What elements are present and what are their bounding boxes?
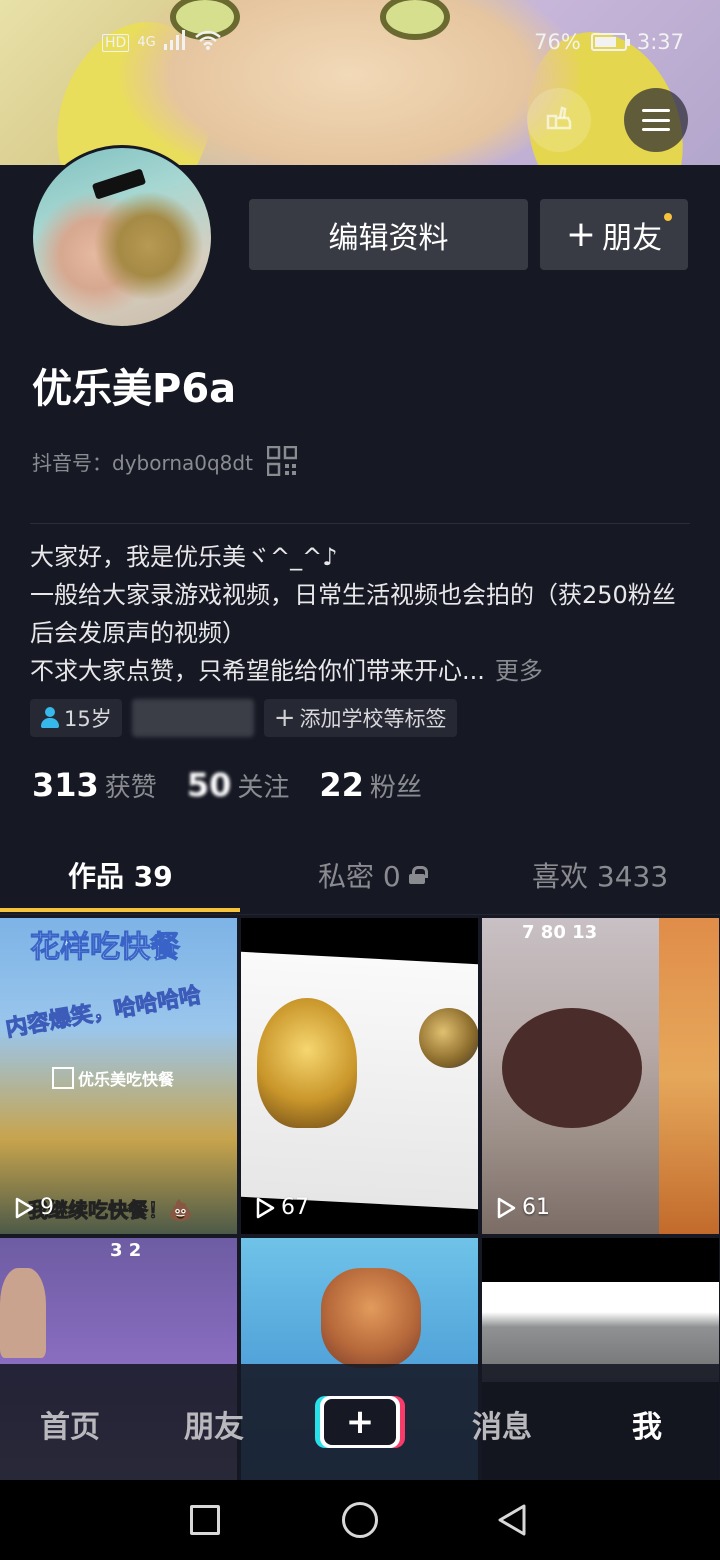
likes-stat[interactable]: 313 获赞 xyxy=(32,766,157,804)
notification-dot xyxy=(664,213,672,221)
qr-code-icon[interactable] xyxy=(266,445,298,477)
video-tile[interactable]: 7 80 13 61 xyxy=(482,918,719,1234)
battery-percent: 76% xyxy=(534,30,581,54)
bio-line: 不求大家点赞，只希望能给你们带来开心... xyxy=(30,657,485,685)
battery-icon xyxy=(590,33,630,51)
video-caption: 花样吃快餐 xyxy=(30,930,181,966)
avatar[interactable] xyxy=(30,145,214,329)
add-school-label: 添加学校等标签 xyxy=(299,707,447,731)
profile-tags: 15岁 + 添加学校等标签 xyxy=(30,699,457,737)
tab-works[interactable]: 作品 39 xyxy=(68,855,173,895)
tip-button[interactable] xyxy=(527,88,591,152)
following-count: 50 xyxy=(186,766,232,804)
profile-stats: 313 获赞 50 关注 22 粉丝 xyxy=(32,766,422,804)
video-art-skull xyxy=(257,998,357,1128)
hamburger-menu-icon xyxy=(642,109,670,131)
douyin-id-row: 抖音号：dyborna0q8dt xyxy=(32,445,298,477)
plus-icon: + xyxy=(273,703,296,733)
video-art-character xyxy=(502,1008,642,1128)
play-icon xyxy=(497,1197,516,1218)
following-stat[interactable]: 50 关注 xyxy=(187,766,290,804)
add-friend-button[interactable]: + 朋友 xyxy=(540,199,688,270)
nav-messages[interactable]: 消息 xyxy=(472,1402,532,1446)
signal-icon xyxy=(163,30,186,55)
nav-friends[interactable]: 朋友 xyxy=(184,1402,244,1446)
tab-likes[interactable]: 喜欢 3433 xyxy=(532,855,668,895)
bio-more-link[interactable]: 更多 xyxy=(495,657,543,685)
person-icon xyxy=(40,707,60,729)
likes-count: 313 xyxy=(32,766,99,804)
play-count-value: 67 xyxy=(281,1195,309,1220)
status-right: 76% 3:37 xyxy=(534,30,684,54)
plus-icon: + xyxy=(565,213,597,255)
avatar-sunglasses xyxy=(91,168,147,200)
menu-button[interactable] xyxy=(624,88,688,152)
nav-home[interactable]: 首页 xyxy=(40,1402,100,1446)
add-school-tag[interactable]: + 添加学校等标签 xyxy=(263,699,457,737)
video-tile[interactable]: 花样吃快餐 内容爆笑，哈哈哈哈 优乐美吃快餐 我继续吃快餐！💩 9 xyxy=(0,918,237,1234)
home-circle-icon[interactable] xyxy=(342,1502,378,1538)
add-friend-label: 朋友 xyxy=(602,220,663,256)
lock-icon xyxy=(408,866,428,884)
douyin-id[interactable]: 抖音号：dyborna0q8dt xyxy=(32,447,253,476)
tab-indicator xyxy=(0,908,240,912)
network-type: 4G xyxy=(137,35,156,50)
video-tile[interactable]: 67 xyxy=(241,918,478,1234)
bio-line: 大家好，我是优乐美ヾ^_^♪ xyxy=(30,543,338,571)
video-art-mech xyxy=(321,1268,421,1368)
age-label: 15岁 xyxy=(64,707,112,731)
edit-profile-button[interactable]: 编辑资料 xyxy=(249,199,528,270)
plus-icon: + xyxy=(324,1399,396,1445)
recent-apps-icon[interactable] xyxy=(190,1505,220,1535)
play-count: 9 xyxy=(14,1195,54,1220)
play-count-value: 61 xyxy=(522,1195,550,1220)
content-tabs: 作品 39 私密 0 喜欢 3433 xyxy=(0,845,720,915)
create-button[interactable]: + xyxy=(320,1396,400,1448)
status-bar: HD 4G 76% 3:37 xyxy=(0,22,720,62)
video-caption: 内容爆笑，哈哈哈哈 xyxy=(3,982,204,1042)
bio[interactable]: 大家好，我是优乐美ヾ^_^♪ 一般给大家录游戏视频，日常生活视频也会拍的（获25… xyxy=(30,538,690,690)
likes-label: 获赞 xyxy=(104,773,157,803)
age-tag: 15岁 xyxy=(30,699,122,737)
status-left: HD 4G xyxy=(102,30,222,55)
tab-private[interactable]: 私密 0 xyxy=(318,855,428,895)
wifi-icon xyxy=(194,30,222,55)
play-count: 67 xyxy=(255,1195,309,1220)
hand-pointer-icon xyxy=(542,100,576,141)
play-icon xyxy=(256,1197,275,1218)
following-label: 关注 xyxy=(237,773,290,803)
followers-stat[interactable]: 22 粉丝 xyxy=(319,766,422,804)
system-nav-bar xyxy=(0,1480,720,1560)
divider xyxy=(30,523,690,524)
followers-count: 22 xyxy=(319,766,364,804)
bottom-nav: 首页 朋友 + 消息 我 xyxy=(0,1364,720,1480)
video-hud: 3 2 xyxy=(110,1240,142,1261)
play-icon xyxy=(15,1197,34,1218)
followers-label: 粉丝 xyxy=(369,773,422,803)
video-art-emblem xyxy=(419,1008,478,1068)
nav-me[interactable]: 我 xyxy=(632,1402,662,1446)
bio-line: 一般给大家录游戏视频，日常生活视频也会拍的（获250粉丝后会发原声的视频） xyxy=(30,581,676,647)
clock: 3:37 xyxy=(636,30,684,54)
nickname: 优乐美P6a xyxy=(32,366,237,412)
video-hud: 7 80 13 xyxy=(522,922,598,943)
battery-fill xyxy=(594,37,617,47)
back-triangle-icon[interactable] xyxy=(494,1502,530,1538)
video-art-face xyxy=(0,1268,46,1358)
play-count: 61 xyxy=(496,1195,550,1220)
play-count-value: 9 xyxy=(40,1195,54,1220)
checkbox-icon xyxy=(52,1067,74,1089)
video-art-fire xyxy=(659,918,719,1234)
video-caption: 优乐美吃快餐 xyxy=(78,1070,175,1089)
video-caption-row: 优乐美吃快餐 xyxy=(52,1066,174,1090)
location-tag-blurred xyxy=(131,699,254,737)
bio-line-last: 不求大家点赞，只希望能给你们带来开心... 更多 xyxy=(30,652,690,690)
tab-private-label: 私密 0 xyxy=(318,860,401,893)
hd-indicator: HD xyxy=(102,33,130,52)
